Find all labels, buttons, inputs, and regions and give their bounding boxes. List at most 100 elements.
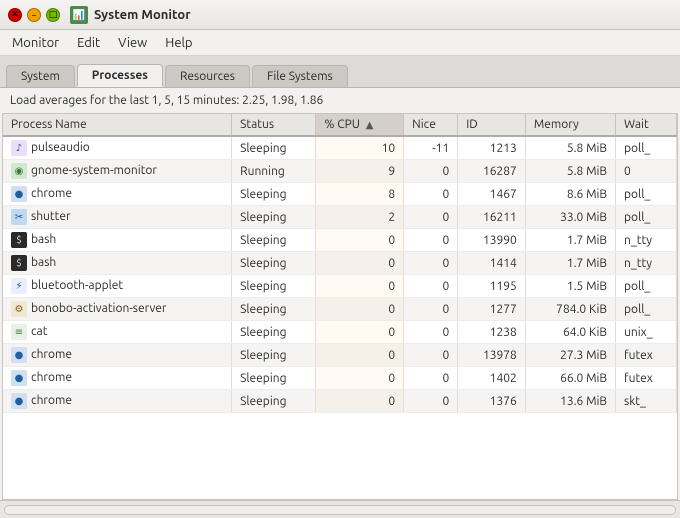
process-status: Sleeping — [232, 136, 316, 160]
table-row[interactable]: ♪pulseaudioSleeping10-1112135.8 MiBpoll_ — [3, 136, 677, 160]
process-nice: 0 — [404, 229, 458, 252]
process-cpu: 0 — [316, 229, 404, 252]
bottom-bar — [0, 500, 680, 518]
tab-processes[interactable]: Processes — [77, 64, 163, 87]
process-memory: 66.0 MiB — [525, 367, 615, 390]
process-name-cell: $bash — [3, 252, 232, 275]
process-table: Process NameStatus% CPU ▲NiceIDMemoryWai… — [3, 114, 677, 413]
tab-resources[interactable]: Resources — [165, 65, 250, 87]
process-status: Sleeping — [232, 344, 316, 367]
table-row[interactable]: ≡catSleeping00123864.0 KiBunix_ — [3, 321, 677, 344]
process-name-cell: ⚡bluetooth-applet — [3, 275, 232, 298]
menu-item-edit[interactable]: Edit — [69, 34, 108, 52]
process-memory: 8.6 MiB — [525, 183, 615, 206]
header-memory[interactable]: Memory — [525, 114, 615, 136]
header-cpu[interactable]: % CPU ▲ — [316, 114, 404, 136]
table-row[interactable]: ◉gnome-system-monitorRunning90162875.8 M… — [3, 160, 677, 183]
title-bar: ✕ − □ 📊 System Monitor — [0, 0, 680, 30]
process-cpu: 0 — [316, 298, 404, 321]
process-name-cell: ◉gnome-system-monitor — [3, 160, 232, 183]
process-name-cell: ♪pulseaudio — [3, 136, 232, 160]
process-status: Sleeping — [232, 229, 316, 252]
process-nice: 0 — [404, 344, 458, 367]
header-row: Process NameStatus% CPU ▲NiceIDMemoryWai… — [3, 114, 677, 136]
close-button[interactable]: ✕ — [8, 8, 22, 22]
process-status: Sleeping — [232, 298, 316, 321]
minimize-button[interactable]: − — [27, 8, 41, 22]
table-row[interactable]: ⚙bonobo-activation-serverSleeping0012777… — [3, 298, 677, 321]
table-row[interactable]: ●chromeSleeping8014678.6 MiBpoll_ — [3, 183, 677, 206]
table-row[interactable]: $bashSleeping00139901.7 MiBn_tty — [3, 229, 677, 252]
process-icon: ⚙ — [11, 301, 27, 317]
process-wait: poll_ — [616, 298, 677, 321]
process-id: 13990 — [458, 229, 526, 252]
header-nice[interactable]: Nice — [404, 114, 458, 136]
header-wait[interactable]: Wait — [616, 114, 677, 136]
table-row[interactable]: ✂shutterSleeping201621133.0 MiBpoll_ — [3, 206, 677, 229]
menu-item-monitor[interactable]: Monitor — [4, 34, 67, 52]
process-table-container[interactable]: Process NameStatus% CPU ▲NiceIDMemoryWai… — [2, 113, 678, 500]
process-name-cell: ●chrome — [3, 367, 232, 390]
process-memory: 1.7 MiB — [525, 229, 615, 252]
process-nice: 0 — [404, 275, 458, 298]
process-id: 1376 — [458, 390, 526, 413]
process-wait: poll_ — [616, 206, 677, 229]
table-row[interactable]: ⚡bluetooth-appletSleeping0011951.5 MiBpo… — [3, 275, 677, 298]
table-row[interactable]: ●chromeSleeping001397827.3 MiBfutex — [3, 344, 677, 367]
process-memory: 64.0 KiB — [525, 321, 615, 344]
table-row[interactable]: ●chromeSleeping00137613.6 MiBskt_ — [3, 390, 677, 413]
process-name-cell: ⚙bonobo-activation-server — [3, 298, 232, 321]
header-status[interactable]: Status — [232, 114, 316, 136]
process-status: Sleeping — [232, 206, 316, 229]
process-id: 1238 — [458, 321, 526, 344]
menu-item-view[interactable]: View — [110, 34, 155, 52]
process-icon: ● — [11, 370, 27, 386]
menu-bar: MonitorEditViewHelp — [0, 30, 680, 56]
process-cpu: 0 — [316, 367, 404, 390]
window-title: System Monitor — [94, 8, 191, 22]
process-status: Sleeping — [232, 275, 316, 298]
process-icon: ● — [11, 347, 27, 363]
process-wait: skt_ — [616, 390, 677, 413]
menu-item-help[interactable]: Help — [157, 34, 200, 52]
main-content: Load averages for the last 1, 5, 15 minu… — [0, 88, 680, 500]
header-id[interactable]: ID — [458, 114, 526, 136]
process-wait: poll_ — [616, 275, 677, 298]
tab-system[interactable]: System — [6, 65, 75, 87]
process-name-cell: ≡cat — [3, 321, 232, 344]
tab-bar: SystemProcessesResourcesFile Systems — [0, 56, 680, 88]
table-row[interactable]: $bashSleeping0014141.7 MiBn_tty — [3, 252, 677, 275]
process-nice: 0 — [404, 160, 458, 183]
process-id: 1467 — [458, 183, 526, 206]
app-icon: 📊 — [70, 6, 88, 24]
process-cpu: 0 — [316, 275, 404, 298]
process-memory: 1.5 MiB — [525, 275, 615, 298]
header-name[interactable]: Process Name — [3, 114, 232, 136]
table-row[interactable]: ●chromeSleeping00140266.0 MiBfutex — [3, 367, 677, 390]
process-icon: ✂ — [11, 209, 27, 225]
process-nice: 0 — [404, 321, 458, 344]
horizontal-scrollbar[interactable] — [4, 505, 676, 515]
process-wait: poll_ — [616, 183, 677, 206]
process-cpu: 9 — [316, 160, 404, 183]
process-id: 16211 — [458, 206, 526, 229]
process-status: Running — [232, 160, 316, 183]
tab-filesystems[interactable]: File Systems — [252, 65, 348, 87]
process-wait: futex — [616, 344, 677, 367]
process-icon: $ — [11, 232, 27, 248]
process-icon: ◉ — [11, 163, 27, 179]
process-wait: unix_ — [616, 321, 677, 344]
process-memory: 784.0 KiB — [525, 298, 615, 321]
process-wait: 0 — [616, 160, 677, 183]
process-memory: 27.3 MiB — [525, 344, 615, 367]
maximize-button[interactable]: □ — [46, 8, 60, 22]
process-wait: poll_ — [616, 136, 677, 160]
window-controls[interactable]: ✕ − □ — [8, 8, 60, 22]
sort-arrow-cpu: ▲ — [366, 119, 374, 131]
process-status: Sleeping — [232, 252, 316, 275]
process-memory: 13.6 MiB — [525, 390, 615, 413]
process-nice: 0 — [404, 183, 458, 206]
process-nice: 0 — [404, 252, 458, 275]
process-nice: 0 — [404, 390, 458, 413]
process-icon: ● — [11, 393, 27, 409]
